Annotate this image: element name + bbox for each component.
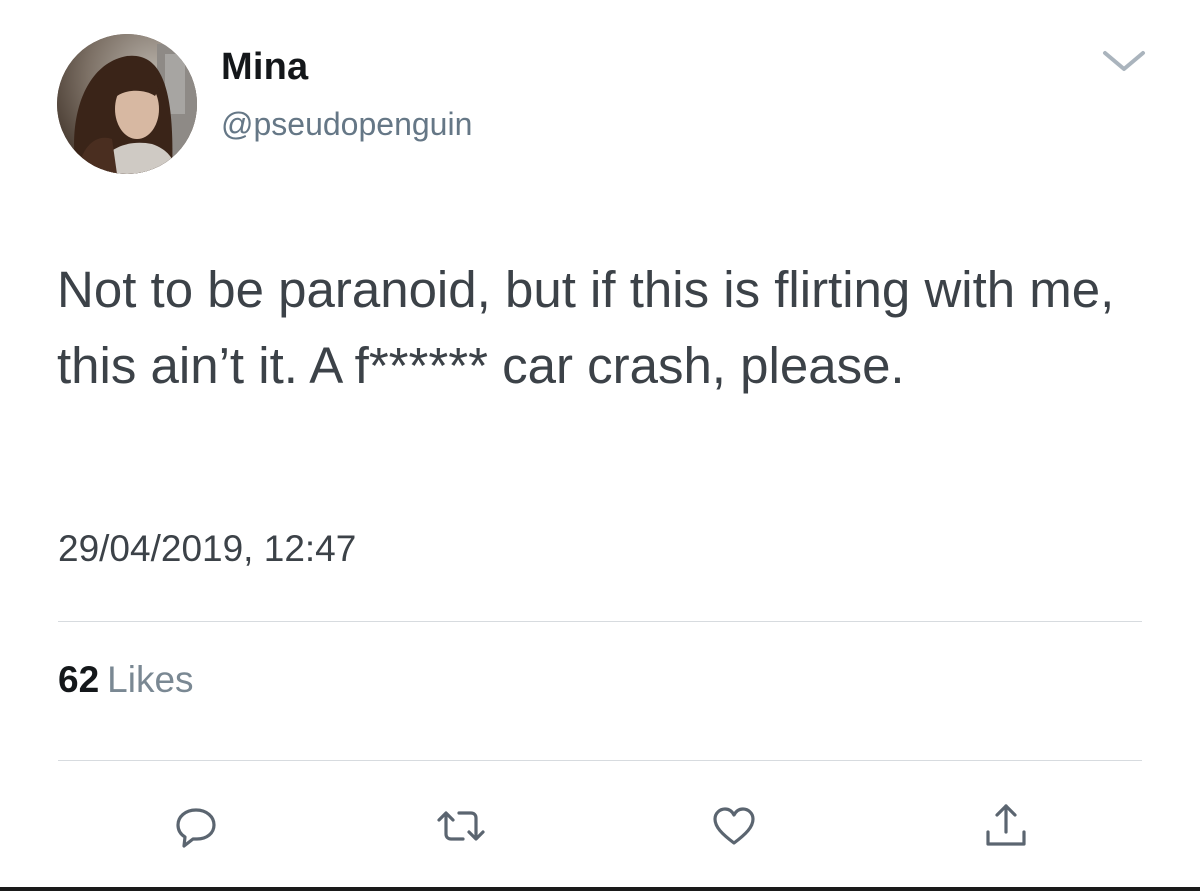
screen-edge bbox=[0, 887, 1200, 891]
likes-count: 62 bbox=[58, 659, 100, 700]
likes-stat[interactable]: 62 Likes bbox=[58, 659, 194, 701]
share-button[interactable] bbox=[976, 796, 1036, 856]
chevron-down-icon[interactable] bbox=[1101, 48, 1147, 74]
heart-icon bbox=[713, 807, 755, 845]
tweet-text: Not to be paranoid, but if this is flirt… bbox=[57, 261, 1115, 394]
user-handle[interactable]: @pseudopenguin bbox=[221, 106, 472, 143]
tweet-header: Mina @pseudopenguin bbox=[57, 34, 1147, 174]
divider bbox=[58, 760, 1142, 761]
tweet-timestamp[interactable]: 29/04/2019, 12:47 bbox=[58, 528, 356, 570]
tweet-actions bbox=[0, 796, 1200, 856]
like-button[interactable] bbox=[704, 796, 764, 856]
retweet-button[interactable] bbox=[431, 796, 491, 856]
tweet-card: Mina @pseudopenguin Not to be paranoid, … bbox=[0, 0, 1200, 891]
retweet-icon bbox=[437, 811, 485, 841]
avatar[interactable] bbox=[57, 34, 197, 174]
share-icon bbox=[986, 804, 1026, 846]
display-name[interactable]: Mina bbox=[221, 46, 308, 89]
reply-button[interactable] bbox=[166, 796, 226, 856]
likes-label: Likes bbox=[107, 659, 194, 700]
avatar-photo bbox=[57, 34, 197, 174]
divider bbox=[58, 621, 1142, 622]
reply-icon bbox=[176, 808, 216, 848]
